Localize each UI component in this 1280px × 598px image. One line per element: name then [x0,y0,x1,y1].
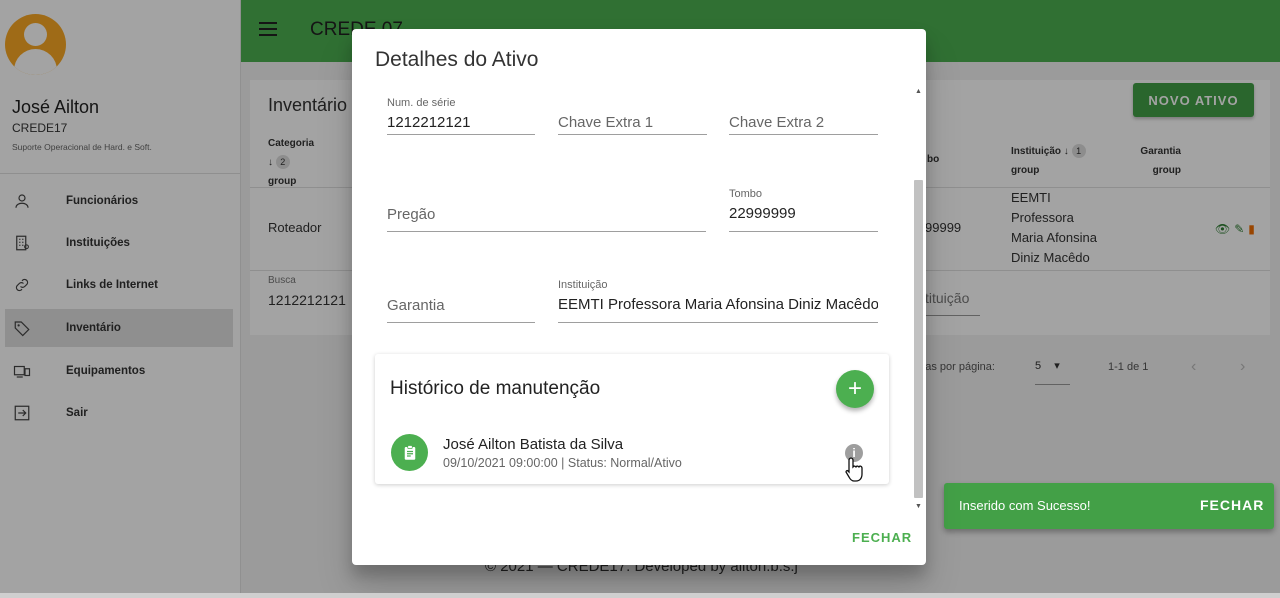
extra-key-1-placeholder: Chave Extra 1 [558,114,654,131]
clipboard-icon [391,434,428,471]
plus-icon: + [847,375,862,402]
tombo-value: 22999999 [729,205,796,222]
serial-label: Num. de série [387,97,456,109]
extra-key-2-field[interactable]: Chave Extra 2 [729,104,878,135]
hand-cursor-icon [845,457,863,482]
history-title: Histórico de manutenção [390,378,601,399]
scrollbar-thumb[interactable] [914,180,923,498]
history-entry-meta: 09/10/2021 09:00:00 | Status: Normal/Ati… [443,456,682,470]
snackbar-message: Inserido com Sucesso! [959,498,1091,513]
tombo-field[interactable]: Tombo 22999999 [729,188,878,232]
snackbar: Inserido com Sucesso! FECHAR [944,483,1274,529]
scroll-down-icon[interactable]: ▼ [915,503,922,510]
window-bottom-edge [0,593,1280,598]
add-maintenance-button[interactable]: + [836,370,874,408]
serial-value: 1212212121 [387,114,471,131]
scroll-up-icon[interactable]: ▲ [915,88,922,95]
pregao-field[interactable]: Pregão [387,195,706,232]
garantia-field[interactable]: Garantia [387,286,535,323]
pregao-placeholder: Pregão [387,206,436,223]
instituicao-field[interactable]: Instituição EEMTI Professora Maria Afons… [558,279,878,323]
instituicao-value: EEMTI Professora Maria Afonsina Diniz Ma… [558,296,878,313]
history-entry-name: José Ailton Batista da Silva [443,436,624,453]
extra-key-1-field[interactable]: Chave Extra 1 [558,104,707,135]
dialog-title: Detalhes do Ativo [375,48,539,71]
dialog-close-button[interactable]: FECHAR [852,530,912,545]
instituicao-label: Instituição [558,279,608,291]
snackbar-close-button[interactable]: FECHAR [1200,497,1264,513]
serial-field[interactable]: Num. de série 1212212121 [387,97,535,135]
extra-key-2-placeholder: Chave Extra 2 [729,114,825,131]
tombo-label: Tombo [729,188,763,200]
garantia-placeholder: Garantia [387,297,445,314]
maintenance-history-card: Histórico de manutenção + José Ailton Ba… [375,354,889,484]
